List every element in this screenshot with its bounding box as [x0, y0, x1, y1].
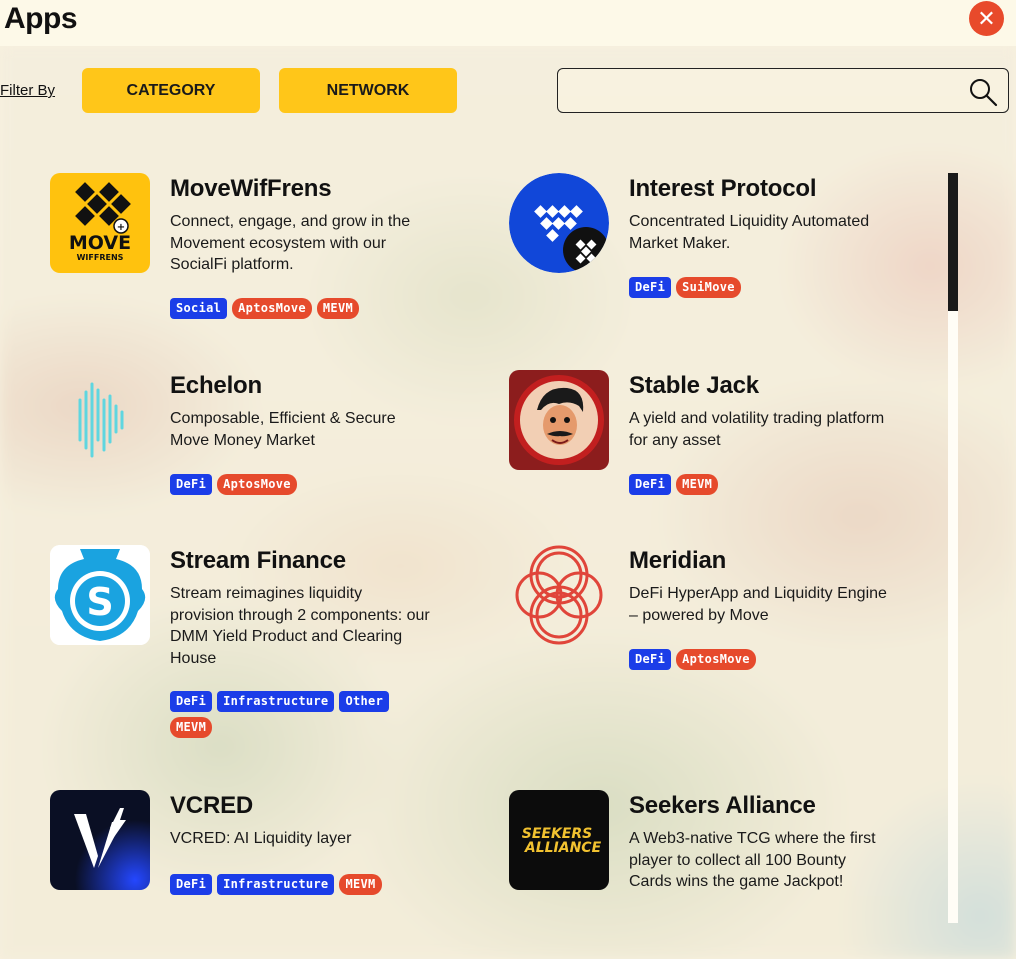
- network-tag[interactable]: MEVM: [170, 717, 213, 738]
- interest-protocol-logo: [509, 173, 609, 273]
- meridian-logo: [509, 545, 609, 645]
- logo-text-wiffrens: WIFFRENS: [77, 253, 124, 262]
- tag-list: DeFi Infrastructure MEVM: [170, 874, 430, 895]
- tag-list: DeFi AptosMove: [629, 649, 889, 670]
- network-tag[interactable]: SuiMove: [676, 277, 741, 298]
- app-name: Meridian: [629, 547, 727, 574]
- network-tag[interactable]: MEVM: [676, 474, 719, 495]
- app-description: DeFi HyperApp and Liquidity Engine – pow…: [629, 585, 887, 624]
- network-tag[interactable]: MEVM: [339, 874, 382, 895]
- category-filter-button[interactable]: CATEGORY: [82, 68, 260, 113]
- app-name: MoveWifFrens: [170, 175, 332, 202]
- app-description: A yield and volatility trading platform …: [629, 410, 885, 449]
- close-button[interactable]: ✕: [969, 1, 1004, 36]
- tag-list: DeFi MEVM: [629, 474, 889, 495]
- category-tag[interactable]: DeFi: [170, 691, 213, 712]
- app-name: Seekers Alliance: [629, 792, 816, 819]
- network-filter-button[interactable]: NETWORK: [279, 68, 457, 113]
- logo-letter: S: [86, 580, 113, 624]
- category-tag[interactable]: DeFi: [629, 277, 672, 298]
- app-name: Stream Finance: [170, 547, 346, 574]
- category-tag[interactable]: DeFi: [170, 874, 213, 895]
- seekers-alliance-logo: SEEKERS ALLIANCE: [509, 790, 609, 890]
- category-tag[interactable]: Infrastructure: [217, 691, 335, 712]
- network-tag[interactable]: MEVM: [316, 298, 359, 319]
- search-box: [557, 68, 1009, 113]
- tag-list: DeFi SuiMove: [629, 277, 889, 298]
- network-tag[interactable]: AptosMove: [217, 474, 297, 495]
- app-name: Stable Jack: [629, 372, 759, 399]
- category-tag[interactable]: Infrastructure: [217, 874, 335, 895]
- echelon-logo: [50, 370, 150, 470]
- logo-text-alliance: ALLIANCE: [524, 840, 602, 856]
- page-title: Apps: [4, 2, 78, 35]
- app-name: VCRED: [170, 792, 254, 819]
- app-description: Connect, engage, and grow in the Movemen…: [170, 213, 411, 273]
- category-tag[interactable]: Other: [339, 691, 390, 712]
- vcred-logo: [50, 790, 150, 890]
- tag-list: DeFi AptosMove: [170, 474, 430, 495]
- stream-finance-logo: S: [50, 545, 150, 645]
- logo-text-move: MOVE: [69, 232, 131, 254]
- app-name: Interest Protocol: [629, 175, 817, 202]
- category-tag[interactable]: DeFi: [629, 649, 672, 670]
- close-icon: ✕: [977, 5, 996, 31]
- app-description: Stream reimagines liquidity provision th…: [170, 585, 430, 667]
- app-description: VCRED: AI Liquidity layer: [170, 830, 352, 847]
- tag-list: Social AptosMove MEVM: [170, 298, 430, 319]
- background-veil: [0, 46, 1016, 959]
- tag-list: DeFi Infrastructure Other MEVM: [170, 691, 430, 738]
- modal-header: Apps ✕: [0, 0, 1016, 46]
- app-description: Composable, Efficient & Secure Move Mone…: [170, 410, 396, 449]
- movewiffrens-logo: + MOVE WIFFRENS: [50, 173, 150, 273]
- app-description: Concentrated Liquidity Automated Market …: [629, 213, 870, 252]
- category-tag[interactable]: Social: [170, 298, 228, 319]
- category-tag[interactable]: DeFi: [629, 474, 672, 495]
- stable-jack-logo: [509, 370, 609, 470]
- app-name: Echelon: [170, 372, 262, 399]
- search-icon[interactable]: [968, 77, 998, 107]
- network-tag[interactable]: AptosMove: [232, 298, 312, 319]
- category-tag[interactable]: DeFi: [170, 474, 213, 495]
- filter-by-label: Filter By: [0, 82, 56, 99]
- app-description: A Web3-native TCG where the first player…: [629, 830, 876, 890]
- scrollbar-thumb[interactable]: [948, 173, 958, 311]
- search-input[interactable]: [566, 75, 956, 107]
- network-tag[interactable]: AptosMove: [676, 649, 756, 670]
